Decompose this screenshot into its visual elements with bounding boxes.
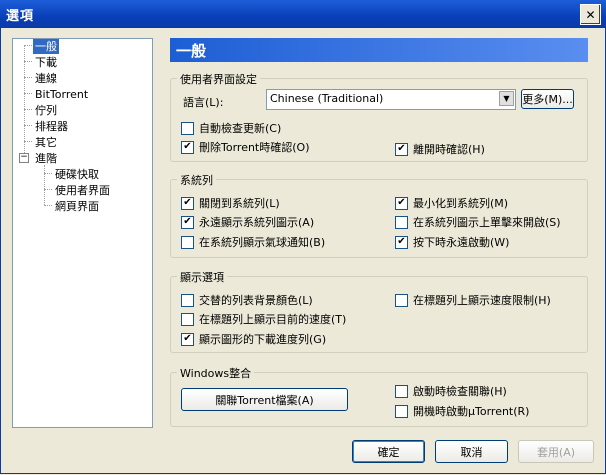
section-header: 一般 bbox=[170, 38, 588, 62]
checkbox-box[interactable]: ✔ bbox=[181, 196, 194, 210]
alternate-bg-checkbox[interactable]: 交替的列表背景顏色(L) bbox=[181, 292, 313, 308]
checkbox-box[interactable] bbox=[181, 312, 194, 326]
checkbox-label: 刪除Torrent時確認(O) bbox=[199, 141, 310, 154]
tree-line bbox=[44, 205, 52, 206]
checkbox-label: 按下時永遠啟動(W) bbox=[413, 236, 510, 249]
single-click-open-checkbox[interactable]: 在系統列圖示上單擊來開啟(S) bbox=[395, 214, 561, 230]
tree-item-web-ui[interactable]: 網頁界面 bbox=[53, 199, 101, 214]
tree-item-downloads[interactable]: 下載 bbox=[33, 55, 59, 70]
checkbox-box[interactable] bbox=[395, 293, 408, 307]
language-select[interactable]: Chinese (Traditional) ▼ bbox=[266, 89, 516, 110]
ui-settings-title: 使用者界面設定 bbox=[177, 71, 260, 87]
check-association-checkbox[interactable]: 啟動時檢查關聯(H) bbox=[395, 383, 507, 399]
tree-item-scheduler[interactable]: 排程器 bbox=[33, 119, 70, 134]
confirm-exit-checkbox[interactable]: ✔ 離開時確認(H) bbox=[395, 141, 485, 157]
section-title: 一般 bbox=[176, 42, 207, 60]
apply-button[interactable]: 套用(A) bbox=[518, 440, 594, 463]
tree-line bbox=[24, 77, 32, 78]
checkbox-box[interactable] bbox=[181, 293, 194, 307]
title-speed-limit-checkbox[interactable]: 在標題列上顯示速度限制(H) bbox=[395, 292, 551, 308]
checkbox-label: 關閉到系統列(L) bbox=[199, 197, 280, 210]
checkbox-label: 顯示圖形的下載進度列(G) bbox=[199, 333, 327, 346]
tree-line bbox=[44, 189, 52, 190]
checkbox-label: 開機時啟動µTorrent(R) bbox=[413, 405, 530, 418]
window-title: 選項 bbox=[6, 9, 35, 24]
tree-item-queue[interactable]: 佇列 bbox=[33, 103, 59, 118]
confirm-delete-checkbox[interactable]: ✔ 刪除Torrent時確認(O) bbox=[181, 139, 309, 155]
title-bar[interactable]: 選項 ✕ bbox=[0, 0, 606, 28]
minimize-to-tray-checkbox[interactable]: ✔ 最小化到系統列(M) bbox=[395, 195, 508, 211]
checkbox-box[interactable] bbox=[181, 235, 194, 249]
checkbox-label: 在標題列上顯示目前的速度(T) bbox=[199, 313, 347, 326]
checkbox-box[interactable] bbox=[395, 404, 408, 418]
tree-line bbox=[44, 165, 45, 205]
tree-line bbox=[24, 109, 32, 110]
tree-line bbox=[24, 61, 32, 62]
title-current-speed-checkbox[interactable]: 在標題列上顯示目前的速度(T) bbox=[181, 311, 346, 327]
checkbox-box[interactable] bbox=[395, 384, 408, 398]
checkbox-label: 在標題列上顯示速度限制(H) bbox=[413, 294, 551, 307]
checkbox-box[interactable]: ✔ bbox=[395, 235, 408, 249]
tree-line bbox=[44, 173, 52, 174]
tree-item-general[interactable]: 一般 bbox=[33, 39, 59, 54]
tree-item-other[interactable]: 其它 bbox=[33, 135, 59, 150]
graphical-progress-checkbox[interactable]: ✔ 顯示圖形的下載進度列(G) bbox=[181, 331, 326, 347]
auto-check-updates-checkbox[interactable]: 自動檢查更新(C) bbox=[181, 120, 281, 136]
checkbox-box[interactable] bbox=[181, 121, 194, 135]
language-label: 語言(L): bbox=[183, 96, 224, 109]
tree-item-user-interface[interactable]: 使用者界面 bbox=[53, 183, 112, 198]
checkbox-label: 自動檢查更新(C) bbox=[199, 122, 282, 135]
close-to-tray-checkbox[interactable]: ✔ 關閉到系統列(L) bbox=[181, 195, 280, 211]
checkbox-label: 交替的列表背景顏色(L) bbox=[199, 294, 313, 307]
associate-torrent-button[interactable]: 關聯Torrent檔案(A) bbox=[181, 388, 348, 411]
checkbox-box[interactable]: ✔ bbox=[395, 196, 408, 210]
windows-integration-title: Windows整合 bbox=[177, 365, 255, 381]
checkbox-box[interactable]: ✔ bbox=[181, 332, 194, 346]
cancel-button[interactable]: 取消 bbox=[435, 440, 508, 463]
checkbox-box[interactable]: ✔ bbox=[181, 140, 194, 154]
checkbox-label: 永遠顯示系統列圖示(A) bbox=[199, 216, 315, 229]
tree-item-disk-cache[interactable]: 硬碟快取 bbox=[53, 167, 101, 182]
checkbox-label: 在系統列顯示氣球通知(B) bbox=[199, 236, 326, 249]
close-icon: ✕ bbox=[585, 7, 596, 22]
tree-line bbox=[24, 141, 32, 142]
checkbox-label: 離開時確認(H) bbox=[413, 143, 485, 156]
checkbox-label: 最小化到系統列(M) bbox=[413, 197, 509, 210]
more-languages-button[interactable]: 更多(M)... bbox=[521, 89, 574, 109]
checkbox-label: 在系統列圖示上單擊來開啟(S) bbox=[413, 216, 561, 229]
tree-line bbox=[24, 45, 32, 46]
tree-item-connection[interactable]: 連線 bbox=[33, 71, 59, 86]
tree-item-advanced[interactable]: 進階 bbox=[33, 151, 59, 166]
ok-button[interactable]: 確定 bbox=[352, 440, 425, 463]
display-options-title: 顯示選項 bbox=[177, 269, 227, 285]
language-value: Chinese (Traditional) bbox=[270, 92, 384, 105]
checkbox-label: 啟動時檢查關聯(H) bbox=[413, 385, 507, 398]
tray-title: 系統列 bbox=[177, 172, 216, 188]
start-on-boot-checkbox[interactable]: 開機時啟動µTorrent(R) bbox=[395, 403, 529, 419]
tree-item-bittorrent[interactable]: BitTorrent bbox=[33, 87, 90, 102]
checkbox-box[interactable]: ✔ bbox=[395, 142, 408, 156]
category-tree[interactable]: 一般 下載 連線 BitTorrent 佇列 排程器 其它 − 進階 硬碟快取 … bbox=[12, 38, 153, 428]
tree-line bbox=[24, 93, 32, 94]
chevron-down-icon[interactable]: ▼ bbox=[499, 91, 514, 106]
tree-collapse-icon[interactable]: − bbox=[19, 153, 29, 163]
tree-line bbox=[24, 125, 32, 126]
close-button[interactable]: ✕ bbox=[580, 4, 601, 25]
balloon-notify-checkbox[interactable]: 在系統列顯示氣球通知(B) bbox=[181, 234, 325, 250]
checkbox-box[interactable]: ✔ bbox=[181, 215, 194, 229]
always-show-tray-checkbox[interactable]: ✔ 永遠顯示系統列圖示(A) bbox=[181, 214, 314, 230]
checkbox-box[interactable] bbox=[395, 215, 408, 229]
always-activate-checkbox[interactable]: ✔ 按下時永遠啟動(W) bbox=[395, 234, 509, 250]
